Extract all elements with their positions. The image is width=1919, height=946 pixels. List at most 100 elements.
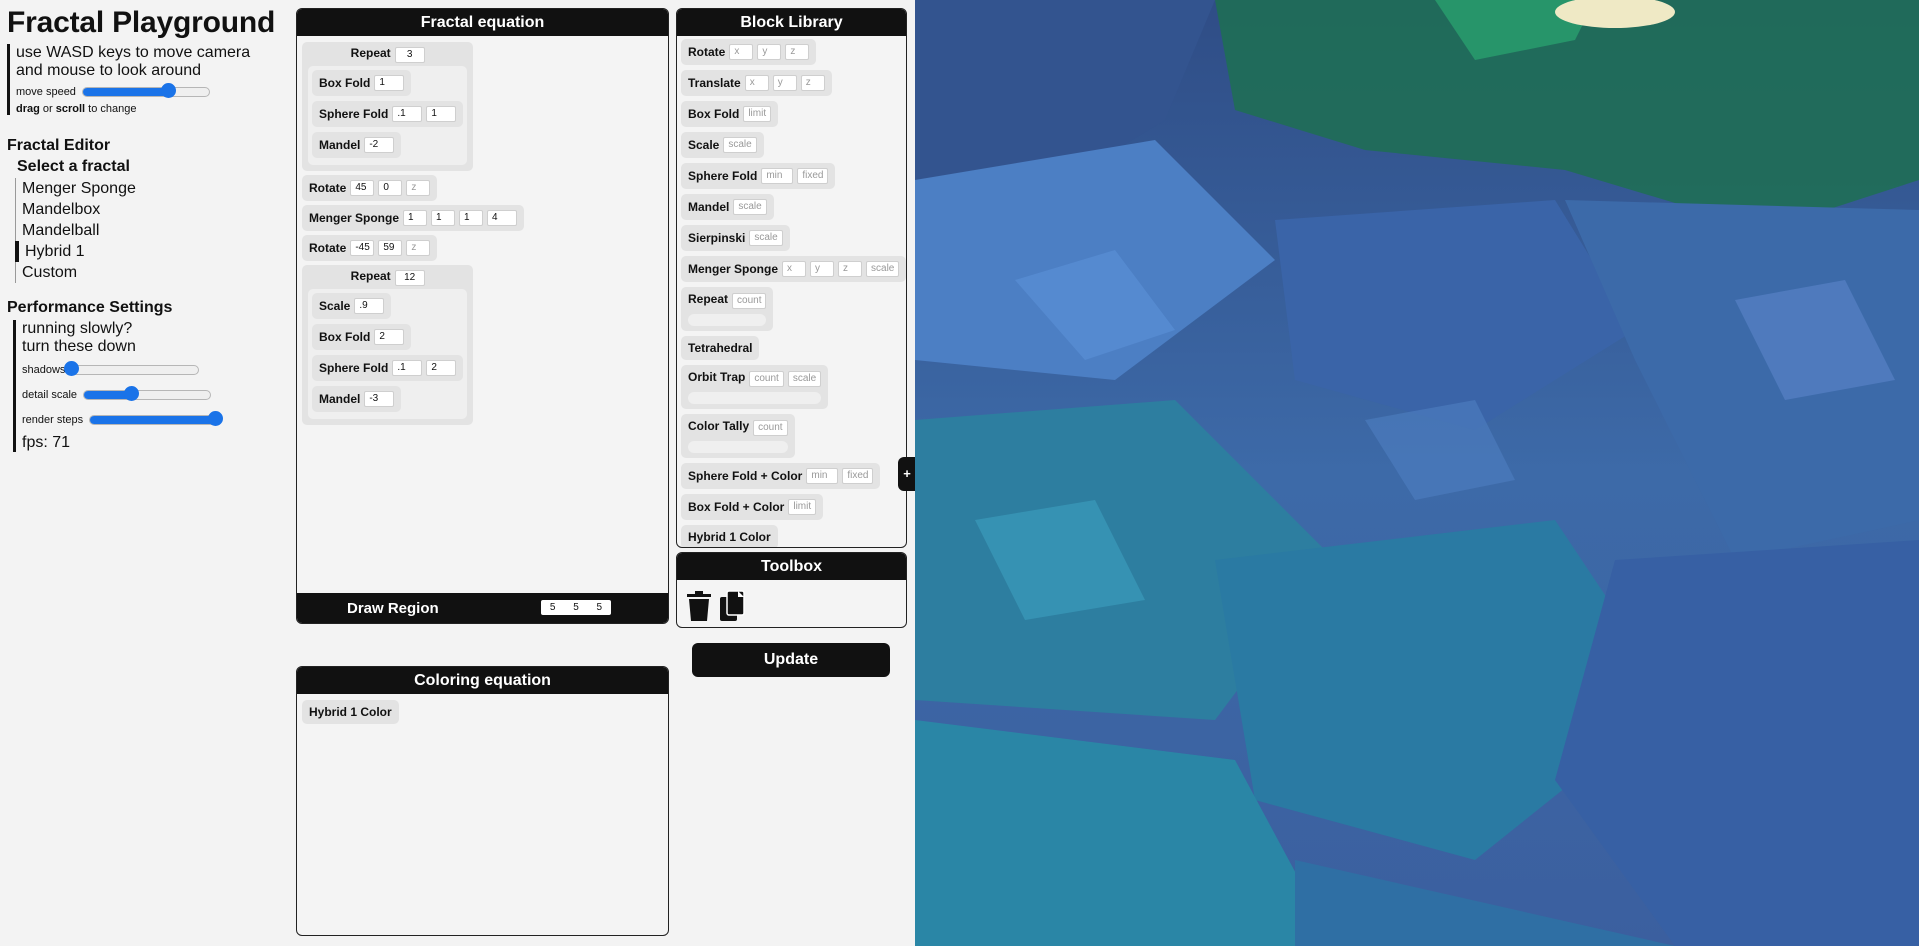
limit-input[interactable]: limit: [743, 106, 772, 122]
scale-input[interactable]: .9: [354, 298, 385, 314]
y-input[interactable]: y: [810, 261, 835, 277]
min-input[interactable]: min: [806, 468, 839, 484]
library-hybrid-1-color-block[interactable]: Hybrid 1 Color: [681, 525, 778, 547]
rotate-block[interactable]: Rotate -45 59 z: [302, 235, 438, 261]
min-input[interactable]: min: [761, 168, 794, 184]
scale-input[interactable]: scale: [866, 261, 900, 277]
y-input[interactable]: y: [772, 75, 797, 91]
mandel-block[interactable]: Mandel -2: [312, 132, 402, 158]
rotate-block[interactable]: Rotate 45 0 z: [302, 175, 438, 201]
shadows-slider[interactable]: [64, 361, 200, 376]
box-fold-block[interactable]: Box Fold 2: [312, 324, 412, 350]
library-scale-block[interactable]: Scale scale: [681, 132, 764, 158]
draw-region-input[interactable]: 5 5 5: [541, 600, 611, 615]
library-sierpinski-block[interactable]: Sierpinski scale: [681, 225, 790, 251]
fractal-render-viewport[interactable]: [915, 0, 1919, 946]
trash-icon[interactable]: [685, 590, 713, 627]
z-input[interactable]: z: [838, 261, 863, 277]
slider-thumb[interactable]: [208, 411, 224, 426]
scale-input[interactable]: -3: [364, 391, 395, 407]
y-input[interactable]: y: [757, 44, 782, 60]
coloring-equation-panel[interactable]: Coloring equation Hybrid 1 Color: [296, 666, 669, 936]
fixed-input[interactable]: fixed: [842, 468, 874, 484]
fractal-item-hybrid-1[interactable]: Hybrid 1: [15, 241, 265, 262]
repeat-body[interactable]: Box Fold 1 Sphere Fold .1 1 Mandel -2: [308, 66, 468, 165]
x-input[interactable]: x: [744, 75, 769, 91]
block-drop-slot[interactable]: [688, 441, 788, 453]
limit-input[interactable]: 1: [374, 75, 405, 91]
library-repeat-block[interactable]: Repeat count: [681, 287, 774, 331]
slider-thumb[interactable]: [160, 83, 176, 98]
library-box-fold-block[interactable]: Box Fold limit: [681, 101, 779, 127]
count-input[interactable]: count: [753, 420, 788, 436]
sphere-fold-block[interactable]: Sphere Fold .1 2: [312, 355, 464, 381]
coloring-equation-blocks[interactable]: Hybrid 1 Color: [297, 694, 668, 730]
slider-thumb[interactable]: [64, 361, 80, 376]
y-input[interactable]: 0: [378, 180, 403, 196]
z-input[interactable]: z: [800, 75, 825, 91]
render-steps-slider[interactable]: [89, 411, 224, 426]
library-mandel-block[interactable]: Mandel scale: [681, 194, 774, 220]
fractal-item-custom[interactable]: Custom: [15, 262, 265, 283]
fixed-input[interactable]: fixed: [797, 168, 829, 184]
library-menger-sponge-block[interactable]: Menger Sponge x y z scale: [681, 256, 906, 282]
library-box-fold-color-block[interactable]: Box Fold + Color limit: [681, 494, 824, 520]
z-input[interactable]: z: [785, 44, 810, 60]
slider-thumb[interactable]: [123, 386, 139, 401]
fixed-input[interactable]: 1: [426, 106, 457, 122]
hybrid-1-color-block[interactable]: Hybrid 1 Color: [302, 700, 399, 724]
repeat-count-input[interactable]: 3: [394, 47, 425, 63]
library-orbit-trap-block[interactable]: Orbit Trap count scale: [681, 365, 829, 409]
scale-input[interactable]: scale: [733, 199, 767, 215]
draw-region-z[interactable]: 5: [597, 602, 603, 613]
scale-input[interactable]: scale: [749, 230, 783, 246]
fractal-render-image[interactable]: [915, 0, 1919, 946]
x-input[interactable]: 45: [350, 180, 375, 196]
mandel-block[interactable]: Mandel -3: [312, 386, 402, 412]
x-input[interactable]: x: [729, 44, 754, 60]
min-input[interactable]: .1: [392, 360, 423, 376]
box-fold-block[interactable]: Box Fold 1: [312, 70, 412, 96]
repeat-body[interactable]: Scale .9 Box Fold 2 Sphere Fold .1 2 Mandel -…: [308, 289, 468, 419]
block-drop-slot[interactable]: [688, 314, 767, 326]
repeat-block[interactable]: Repeat 12 Scale .9 Box Fold 2 Sphere Fold .1…: [302, 265, 474, 425]
z-input[interactable]: z: [406, 180, 431, 196]
draw-region-x[interactable]: 5: [550, 602, 556, 613]
limit-input[interactable]: 2: [374, 329, 405, 345]
copy-icon[interactable]: [719, 590, 749, 627]
sphere-fold-block[interactable]: Sphere Fold .1 1: [312, 101, 464, 127]
x-input[interactable]: x: [782, 261, 807, 277]
fractal-equation-panel[interactable]: Fractal equation Repeat 3 Box Fold 1 Spher…: [296, 8, 669, 624]
scale-input[interactable]: -2: [364, 137, 395, 153]
min-input[interactable]: .1: [392, 106, 423, 122]
z-input[interactable]: 1: [459, 210, 484, 226]
update-button[interactable]: Update: [692, 643, 890, 677]
fractal-equation-blocks[interactable]: Repeat 3 Box Fold 1 Sphere Fold .1 1 Mandel -…: [297, 36, 668, 435]
scale-input[interactable]: 4: [487, 210, 518, 226]
draw-region-y[interactable]: 5: [573, 602, 579, 613]
move-speed-slider[interactable]: [81, 83, 210, 98]
library-color-tally-block[interactable]: Color Tally count: [681, 414, 795, 458]
fractal-item-menger-sponge[interactable]: Menger Sponge: [15, 178, 265, 199]
limit-input[interactable]: limit: [788, 499, 817, 515]
z-input[interactable]: z: [406, 240, 431, 256]
count-input[interactable]: count: [732, 293, 767, 309]
scale-block[interactable]: Scale .9: [312, 293, 392, 319]
scale-input[interactable]: scale: [787, 371, 822, 387]
library-sphere-fold-block[interactable]: Sphere Fold min fixed: [681, 163, 836, 189]
library-tetrahedral-block[interactable]: Tetrahedral: [681, 336, 760, 360]
fixed-input[interactable]: 2: [426, 360, 457, 376]
y-input[interactable]: 1: [431, 210, 456, 226]
fractal-item-mandelball[interactable]: Mandelball: [15, 220, 265, 241]
fractal-item-mandelbox[interactable]: Mandelbox: [15, 199, 265, 220]
x-input[interactable]: 1: [403, 210, 428, 226]
count-input[interactable]: count: [749, 371, 784, 387]
library-sphere-fold-color-block[interactable]: Sphere Fold + Color min fixed: [681, 463, 881, 489]
x-input[interactable]: -45: [350, 240, 375, 256]
detail-scale-slider[interactable]: [83, 386, 212, 401]
menger-sponge-block[interactable]: Menger Sponge 1 1 1 4: [302, 205, 525, 231]
repeat-block[interactable]: Repeat 3 Box Fold 1 Sphere Fold .1 1 Mandel -…: [302, 42, 474, 171]
y-input[interactable]: 59: [378, 240, 403, 256]
block-drop-slot[interactable]: [688, 392, 822, 404]
collapse-panel-tab[interactable]: +: [898, 457, 916, 491]
